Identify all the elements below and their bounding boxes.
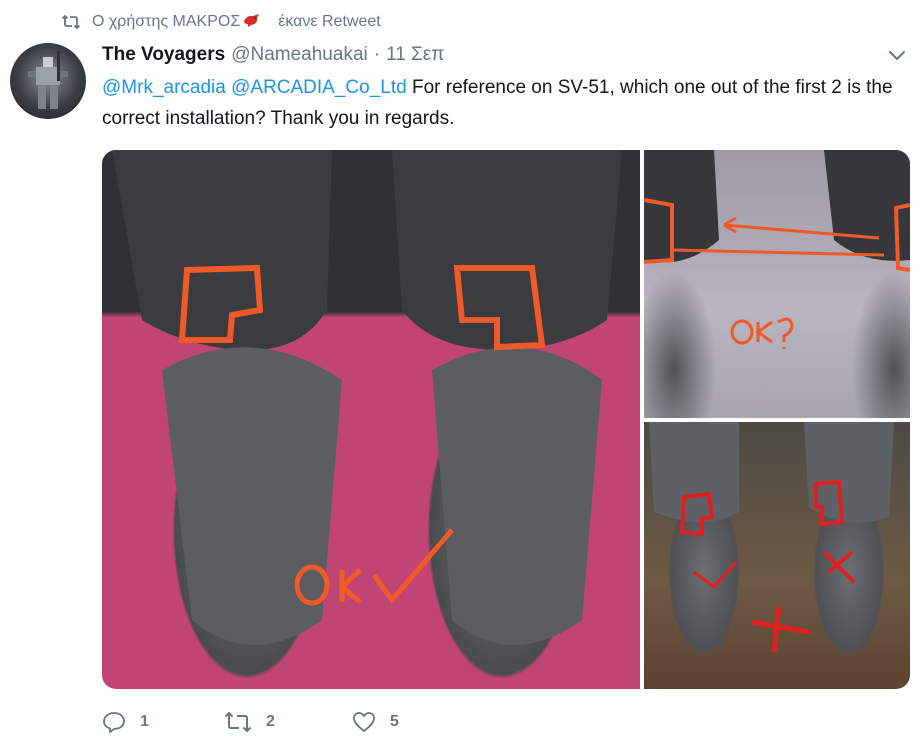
retweet-suffix: έκανε Retweet (278, 13, 381, 30)
author-handle[interactable]: @Nameahuakai (231, 44, 368, 66)
mention-link[interactable]: @ARCADIA_Co_Ltd (231, 77, 407, 98)
retweet-context: Ο χρήστης ΜΑΚΡΟΣ έκανε Retweet (62, 10, 381, 34)
retweet-button[interactable]: 2 (224, 711, 352, 733)
like-count: 5 (390, 713, 399, 730)
mention-link[interactable]: @Mrk_arcadia (102, 77, 226, 98)
tweet-header: The Voyagers @Nameahuakai · 11 Σεπ (102, 42, 908, 68)
tweet-actions: 1 2 5 (102, 706, 399, 738)
reply-button[interactable]: 1 (102, 711, 224, 733)
retweet-icon (224, 711, 252, 733)
media-grid (102, 150, 910, 689)
retweet-count: 2 (266, 713, 275, 730)
red-bird-emoji-icon (242, 12, 274, 33)
media-photo-top-right[interactable] (644, 150, 910, 418)
retweet-prefix: Ο χρήστης (92, 13, 169, 30)
author-avatar[interactable] (10, 43, 86, 119)
reply-count: 1 (140, 713, 149, 730)
tweet-text: @Mrk_arcadia @ARCADIA_Co_Ltd For referen… (102, 72, 902, 134)
tweet-date[interactable]: 11 Σεπ (386, 44, 444, 66)
chevron-down-icon[interactable] (886, 44, 908, 66)
author-name[interactable]: The Voyagers (102, 44, 225, 66)
separator-dot: · (373, 44, 381, 65)
like-button[interactable]: 5 (352, 711, 399, 733)
media-photo-main[interactable] (102, 150, 640, 689)
retweet-icon (62, 15, 80, 29)
reply-icon (103, 712, 125, 733)
heart-icon (353, 712, 375, 733)
media-photo-bottom-right[interactable] (644, 422, 910, 689)
retweeter-name[interactable]: ΜΑΚΡΟΣ (173, 13, 241, 31)
